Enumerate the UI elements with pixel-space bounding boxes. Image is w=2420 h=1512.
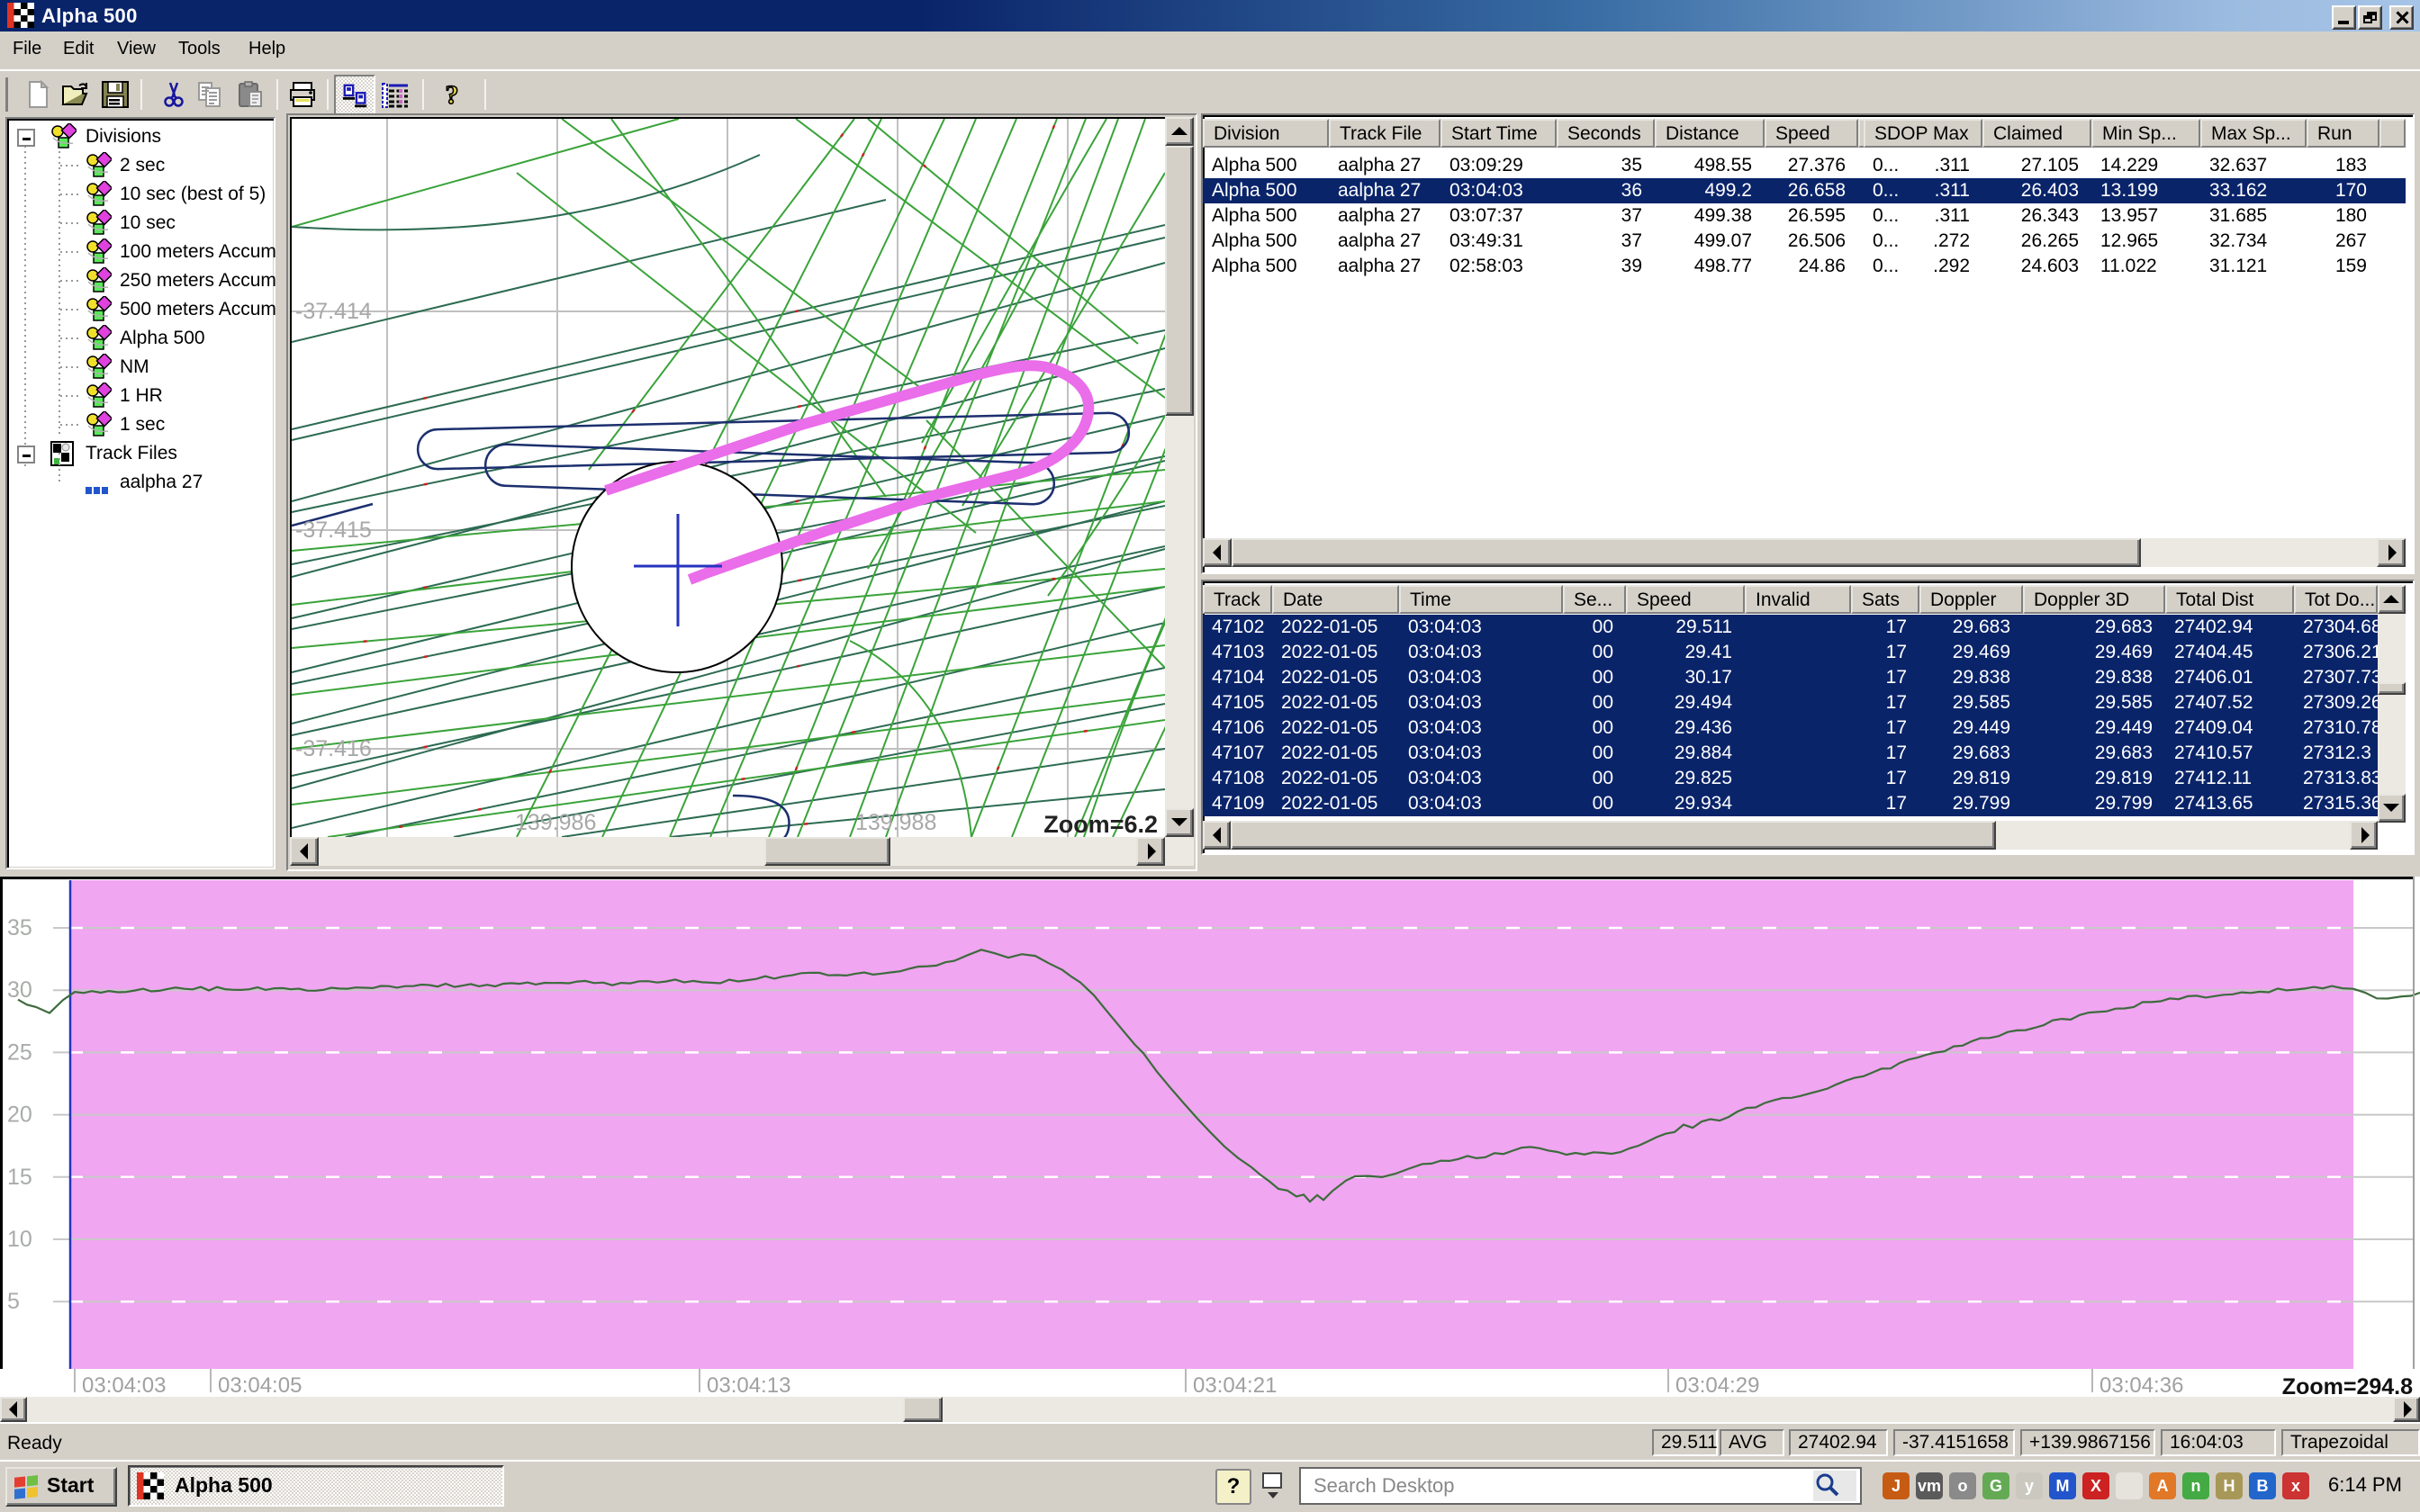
svg-text:10: 10 [7,1227,32,1252]
svg-text:139.986: 139.986 [515,810,596,835]
svg-text:20: 20 [7,1102,32,1128]
svg-text:03:04:13: 03:04:13 [707,1373,790,1397]
svg-text:-37.415: -37.415 [295,518,372,543]
svg-text:-37.414: -37.414 [295,299,372,324]
svg-text:Zoom=294.8: Zoom=294.8 [2282,1374,2413,1397]
svg-text:03:04:03: 03:04:03 [82,1373,166,1397]
svg-text:03:04:05: 03:04:05 [218,1373,302,1397]
svg-text:30: 30 [7,977,32,1003]
svg-text:03:04:21: 03:04:21 [1193,1373,1277,1397]
svg-text:139.988: 139.988 [855,810,936,835]
svg-text:25: 25 [7,1040,32,1065]
svg-text:-37.416: -37.416 [295,736,372,761]
svg-text:03:04:36: 03:04:36 [2099,1373,2183,1397]
svg-text:Zoom=6.2: Zoom=6.2 [1043,811,1158,837]
svg-text:03:04:29: 03:04:29 [1675,1373,1759,1397]
svg-text:35: 35 [7,915,32,940]
svg-text:5: 5 [7,1289,20,1314]
svg-text:?: ? [446,80,459,109]
svg-text:15: 15 [7,1165,32,1190]
